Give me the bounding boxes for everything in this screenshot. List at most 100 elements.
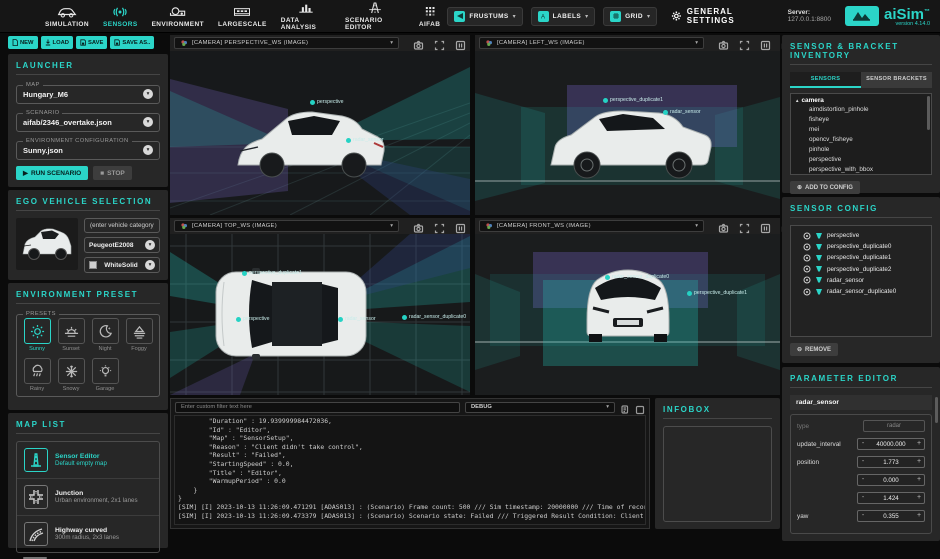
screenshot-icon[interactable] <box>718 38 729 49</box>
position-z-stepper[interactable]: - 1.424 + <box>857 492 925 504</box>
nav-aifab[interactable]: AIFAB <box>412 3 448 30</box>
pause-icon[interactable] <box>455 221 466 232</box>
perspective-render[interactable]: perspective radar_sensor <box>170 51 470 215</box>
preset-garage[interactable]: Garage <box>91 358 119 392</box>
preset-sunset[interactable]: Sunset <box>57 318 85 352</box>
general-settings-button[interactable]: GENERAL SETTINGS <box>671 7 774 25</box>
log-filter-input[interactable] <box>175 402 460 413</box>
pause-icon[interactable] <box>455 38 466 49</box>
nav-scenario-editor[interactable]: SCENARIO EDITOR <box>338 0 412 33</box>
fullscreen-icon[interactable] <box>739 221 750 232</box>
position-y-stepper[interactable]: - 0.000 + <box>857 474 925 486</box>
tree-item[interactable]: perspective_with_bbox <box>795 164 927 174</box>
map-item-sensor-editor[interactable]: Sensor Editor Default empty map <box>17 442 159 479</box>
config-item[interactable]: radar_sensor_duplicate0 <box>795 286 927 297</box>
viewport-header: [CAMERA] PERSPECTIVE_WS (IMAGE) ▾ <box>170 35 470 51</box>
log-level-select[interactable]: DEBUG ▾ <box>465 402 615 413</box>
config-item[interactable]: perspective <box>795 230 927 241</box>
preset-rainy[interactable]: Rainy <box>23 358 51 392</box>
screenshot-icon[interactable] <box>413 38 424 49</box>
map-item-highway-curved[interactable]: Highway curved 300m radius, 2x3 lanes <box>17 516 159 552</box>
new-button[interactable]: NEW <box>8 36 38 49</box>
nav-simulation[interactable]: SIMULATION <box>38 3 96 30</box>
rgb-camera-icon <box>180 222 188 230</box>
tree-item[interactable]: aimdistortion_pinhole <box>795 104 927 114</box>
tree-item[interactable]: pinhole <box>795 144 927 154</box>
left-render[interactable]: perspective_duplicate1 radar_sensor <box>475 51 780 215</box>
camera-source-select[interactable]: [CAMERA] PERSPECTIVE_WS (IMAGE) ▾ <box>174 37 399 49</box>
preset-snowy[interactable]: Snowy <box>57 358 85 392</box>
sensor-label: radar_sensor <box>663 109 701 115</box>
preset-night[interactable]: Night <box>91 318 119 352</box>
update-interval-stepper[interactable]: - 40000.000 + <box>857 438 925 450</box>
camera-source-select[interactable]: [CAMERA] FRONT_WS (IMAGE) ▾ <box>479 220 704 232</box>
decrement-button[interactable]: - <box>858 439 868 449</box>
fullscreen-icon[interactable] <box>434 38 445 49</box>
tree-group-camera[interactable]: ▲camera <box>795 97 927 104</box>
grid-toggle[interactable]: GRID ▾ <box>603 7 657 26</box>
nav-environment[interactable]: ENVIRONMENT <box>145 3 211 30</box>
tree-item[interactable]: opencv_fisheye <box>795 134 927 144</box>
save-button[interactable]: SAVE <box>76 36 107 49</box>
clear-log-icon[interactable] <box>635 402 645 412</box>
add-to-config-button[interactable]: ⊕ADD TO CONFIG <box>790 181 860 194</box>
environment-config-select[interactable]: Sunny.json ▾ <box>23 145 153 155</box>
preset-foggy[interactable]: Foggy <box>125 318 153 352</box>
screenshot-icon[interactable] <box>413 221 424 232</box>
map-item-junction[interactable]: Junction Urban environment, 2x1 lanes <box>17 479 159 516</box>
fullscreen-icon[interactable] <box>434 221 445 232</box>
tree-item[interactable]: perspective_with_lane <box>795 174 927 175</box>
nav-largescale[interactable]: LARGESCALE <box>211 3 274 30</box>
selected-sensor-header[interactable]: radar_sensor <box>790 395 932 410</box>
increment-button[interactable]: + <box>914 511 924 521</box>
vehicle-category-input[interactable] <box>84 218 160 233</box>
camera-source-select[interactable]: [CAMERA] LEFT_WS (IMAGE) ▾ <box>479 37 704 49</box>
increment-button[interactable]: + <box>914 439 924 449</box>
scenario-select[interactable]: aifab/2346_overtake.json ▾ <box>23 117 153 127</box>
save-as-button[interactable]: SAVE AS.. <box>110 36 154 49</box>
tree-item[interactable]: perspective <box>795 154 927 164</box>
config-item[interactable]: radar_sensor <box>795 275 927 286</box>
increment-button[interactable]: + <box>914 457 924 467</box>
config-item[interactable]: perspective_duplicate0 <box>795 241 927 252</box>
front-render[interactable]: radar_sensor_duplicate0 perspective_dupl… <box>475 234 780 395</box>
config-item[interactable]: perspective_duplicate1 <box>795 252 927 263</box>
increment-button[interactable]: + <box>914 475 924 485</box>
decrement-button[interactable]: - <box>858 511 868 521</box>
yaw-stepper[interactable]: - 0.355 + <box>857 510 925 522</box>
sensor-config-list[interactable]: perspective perspective_duplicate0 persp… <box>790 225 932 337</box>
copy-log-icon[interactable] <box>620 402 630 412</box>
parameter-scrollbar[interactable] <box>935 397 938 423</box>
decrement-button[interactable]: - <box>858 493 868 503</box>
increment-button[interactable]: + <box>914 493 924 503</box>
config-item[interactable]: perspective_duplicate2 <box>795 264 927 275</box>
pause-icon[interactable] <box>760 38 771 49</box>
tree-scrollbar[interactable] <box>927 96 930 130</box>
remove-button[interactable]: ⊖REMOVE <box>790 343 838 356</box>
pause-icon[interactable] <box>760 221 771 232</box>
vehicle-model-select[interactable]: PeugeotE2008 ▾ <box>84 237 160 253</box>
position-x-stepper[interactable]: - 1.773 + <box>857 456 925 468</box>
decrement-button[interactable]: - <box>858 475 868 485</box>
screenshot-icon[interactable] <box>718 221 729 232</box>
labels-toggle[interactable]: A LABELS ▾ <box>531 7 595 26</box>
camera-source-select[interactable]: [CAMERA] TOP_WS (IMAGE) ▾ <box>174 220 399 232</box>
tab-sensors[interactable]: SENSORS <box>790 72 861 88</box>
sensor-tree[interactable]: ▲camera aimdistortion_pinhole fisheye me… <box>790 93 932 175</box>
fullscreen-icon[interactable] <box>739 38 750 49</box>
top-render[interactable]: perspective_duplicate1 perspective radar… <box>170 234 470 395</box>
load-button[interactable]: LOAD <box>41 36 73 49</box>
preset-sunny[interactable]: Sunny <box>23 318 51 352</box>
stop-button[interactable]: ■STOP <box>93 166 132 180</box>
tree-item[interactable]: mei <box>795 124 927 134</box>
frustums-toggle[interactable]: FRUSTUMS ▾ <box>447 7 522 26</box>
vehicle-color-select[interactable]: WhiteSolid ▾ <box>84 257 160 273</box>
tree-item[interactable]: fisheye <box>795 114 927 124</box>
tab-sensor-brackets[interactable]: SENSOR BRACKETS <box>861 72 932 88</box>
map-select[interactable]: Hungary_M6 ▾ <box>23 89 153 99</box>
nav-sensors[interactable]: SENSORS <box>96 3 145 30</box>
log-output[interactable]: "Duration" : 19.939999984472036, "Id" : … <box>174 415 646 525</box>
run-scenario-button[interactable]: ▶RUN SCENARIO <box>16 166 88 180</box>
decrement-button[interactable]: - <box>858 457 868 467</box>
nav-data-analysis[interactable]: DATA ANALYSIS <box>274 0 338 33</box>
